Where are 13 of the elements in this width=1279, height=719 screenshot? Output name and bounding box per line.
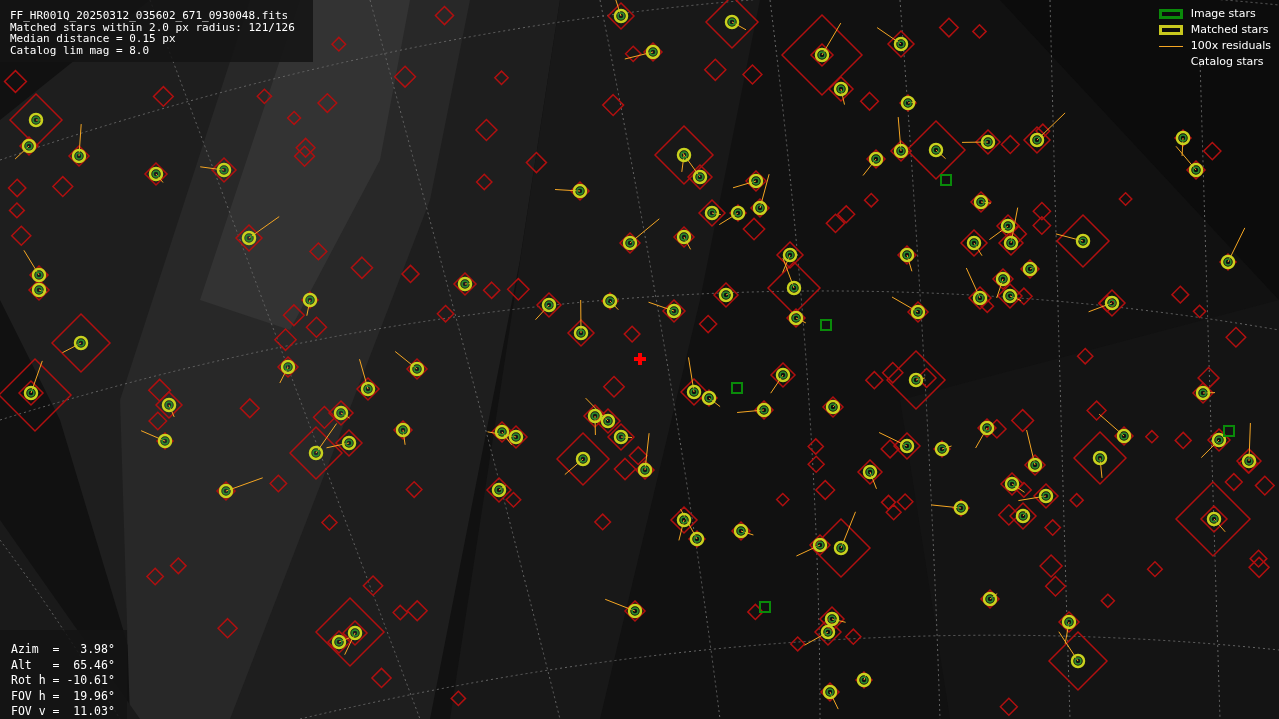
pointing-line: Rot h = -10.61° bbox=[11, 673, 115, 689]
pointing-line: FOV h = 19.96° bbox=[11, 688, 115, 704]
info-line: Median distance = 0.15 px bbox=[10, 33, 176, 45]
pointing-line: FOV v = 11.03° bbox=[11, 704, 115, 719]
pointing-line: Alt = 65.46° bbox=[11, 657, 115, 673]
pointing-line: Azim = 3.98° bbox=[11, 642, 115, 658]
legend-label: Image stars bbox=[1190, 5, 1256, 22]
info-line: Catalog lim mag = 8.0 bbox=[10, 44, 151, 56]
info-line: Matched stars within 2.0 px radius: 121/126 bbox=[10, 21, 295, 33]
info-line: FF_HR001Q_20250312_035602_671_0930048.fits bbox=[10, 10, 290, 22]
legend-label: Matched stars bbox=[1190, 21, 1269, 38]
legend-label: Catalog stars bbox=[1190, 53, 1264, 70]
legend-label: 100x residuals bbox=[1190, 37, 1271, 54]
